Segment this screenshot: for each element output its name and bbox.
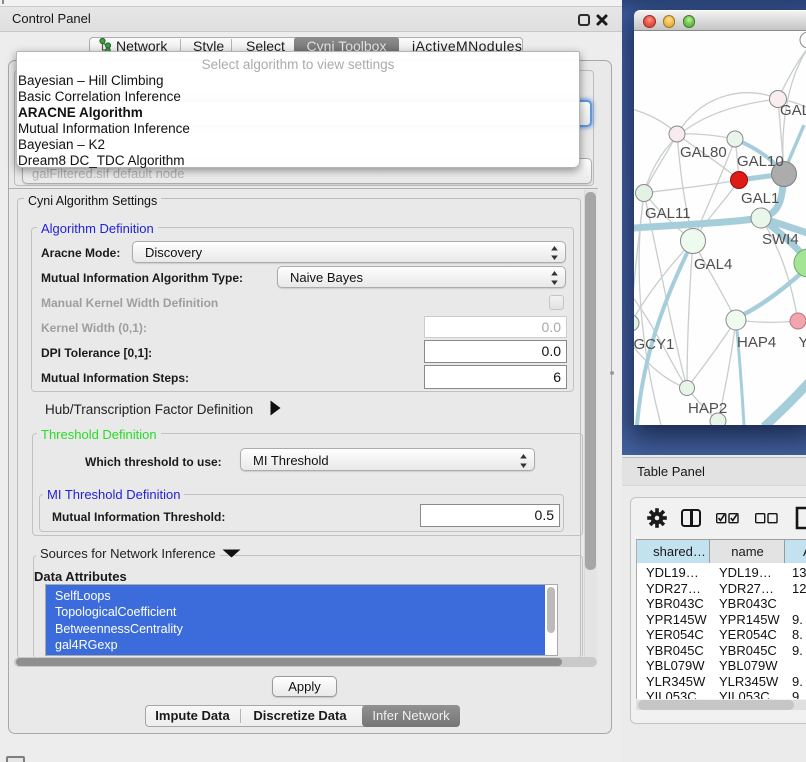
svg-text:GAL80: GAL80 [680, 144, 727, 161]
svg-text:SWI4: SWI4 [762, 231, 799, 248]
svg-text:GAL1: GAL1 [741, 190, 779, 207]
svg-text:HAP4: HAP4 [737, 334, 776, 351]
svg-text:GAL10: GAL10 [737, 153, 784, 170]
svg-text:GAL4: GAL4 [694, 256, 732, 273]
svg-text:HAP2: HAP2 [688, 400, 727, 417]
svg-text:Y: Y [799, 334, 806, 351]
svg-text:GAL2: GAL2 [780, 102, 806, 119]
svg-text:GCY1: GCY1 [634, 336, 674, 353]
svg-text:GAL11: GAL11 [645, 205, 691, 222]
